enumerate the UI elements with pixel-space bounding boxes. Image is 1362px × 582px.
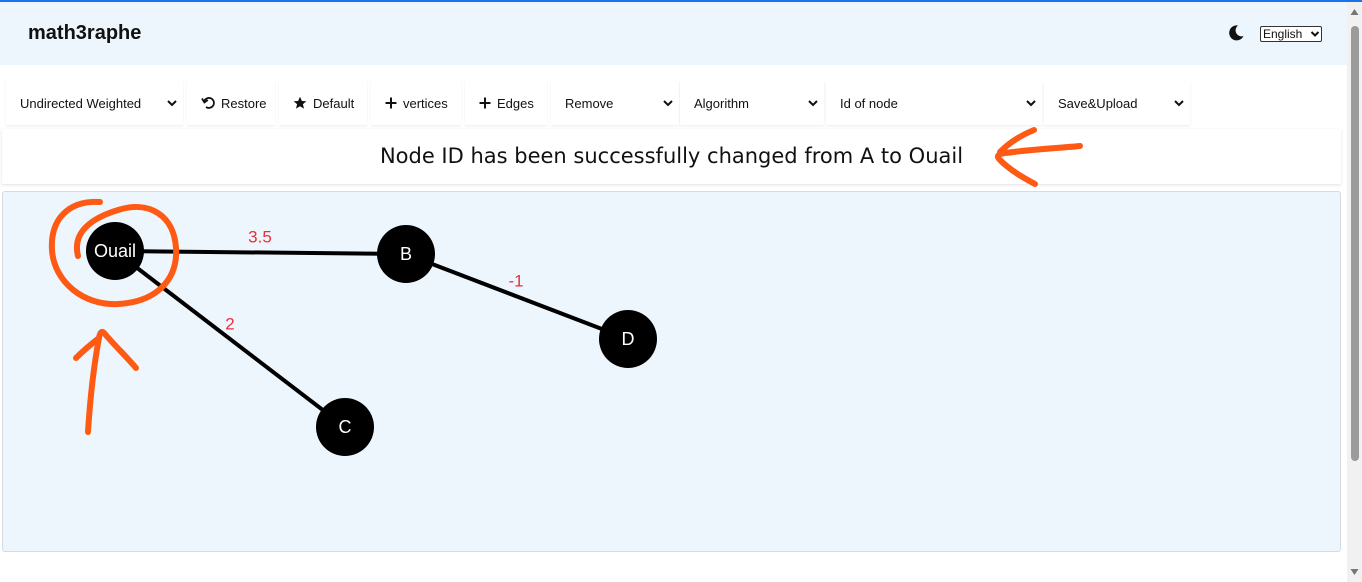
scroll-up-arrow-icon[interactable] [1350, 8, 1359, 16]
status-message-bar: Node ID has been successfully changed fr… [2, 129, 1341, 184]
chevron-down-icon [663, 100, 673, 107]
algorithm-label: Algorithm [694, 95, 749, 111]
plus-icon [479, 97, 491, 109]
add-edges-button[interactable]: Edges [465, 81, 547, 125]
status-message: Node ID has been successfully changed fr… [379, 144, 964, 168]
default-button[interactable]: Default [279, 81, 367, 125]
scrollbar-thumb[interactable] [1351, 26, 1359, 461]
vertical-scrollbar[interactable] [1347, 2, 1362, 582]
graph-node[interactable]: Ouail [86, 222, 144, 280]
save-upload-label: Save&Upload [1058, 95, 1138, 111]
save-upload-select[interactable]: Save&Upload [1044, 81, 1190, 125]
graph-edge[interactable] [405, 252, 629, 341]
edge-weight-label: 2 [225, 314, 234, 333]
restore-label: Restore [221, 95, 267, 111]
edge-weight-label: -1 [508, 271, 523, 290]
graph-node-label: D [622, 329, 635, 349]
graph-canvas[interactable]: 3.5 -1 2 Ouail B C D [2, 191, 1341, 552]
graph-edge[interactable] [114, 249, 407, 256]
graph-node[interactable]: D [599, 310, 657, 368]
vertices-label: vertices [403, 95, 448, 111]
graph-edge[interactable] [113, 249, 347, 429]
default-label: Default [313, 95, 355, 111]
add-vertices-button[interactable]: vertices [371, 81, 461, 125]
graph-type-value: Undirected Weighted [20, 95, 142, 111]
chevron-down-icon [1310, 31, 1320, 37]
edges-label: Edges [497, 95, 534, 111]
graph-node-label: B [400, 244, 412, 264]
star-icon [293, 96, 307, 110]
undo-icon [201, 96, 215, 110]
app-header: math3raphe English [0, 2, 1347, 65]
remove-select[interactable]: Remove [551, 81, 679, 125]
chevron-down-icon [1174, 100, 1184, 107]
dark-mode-moon-icon[interactable] [1227, 24, 1245, 42]
node-id-label: Id of node [840, 95, 898, 111]
graph-node[interactable]: C [316, 398, 374, 456]
chevron-down-icon [808, 100, 818, 107]
edge-weight-label: 3.5 [248, 227, 272, 246]
plus-icon [385, 97, 397, 109]
chevron-down-icon [1026, 100, 1036, 107]
language-select-value: English [1263, 27, 1303, 41]
graph-svg[interactable]: 3.5 -1 2 Ouail B C D [3, 192, 1340, 551]
scroll-down-arrow-icon[interactable] [1350, 568, 1359, 576]
toolbar: Undirected Weighted Restore Default vert… [6, 81, 1196, 125]
graph-node[interactable]: B [377, 225, 435, 283]
graph-type-select[interactable]: Undirected Weighted [6, 81, 183, 125]
app-title: math3raphe [28, 22, 142, 44]
remove-label: Remove [565, 95, 614, 111]
graph-node-label: Ouail [94, 241, 136, 261]
algorithm-select[interactable]: Algorithm [680, 81, 824, 125]
node-id-select[interactable]: Id of node [826, 81, 1042, 125]
restore-button[interactable]: Restore [187, 81, 275, 125]
chevron-down-icon [167, 100, 177, 107]
language-select[interactable]: English [1260, 26, 1322, 42]
graph-node-label: C [339, 417, 352, 437]
